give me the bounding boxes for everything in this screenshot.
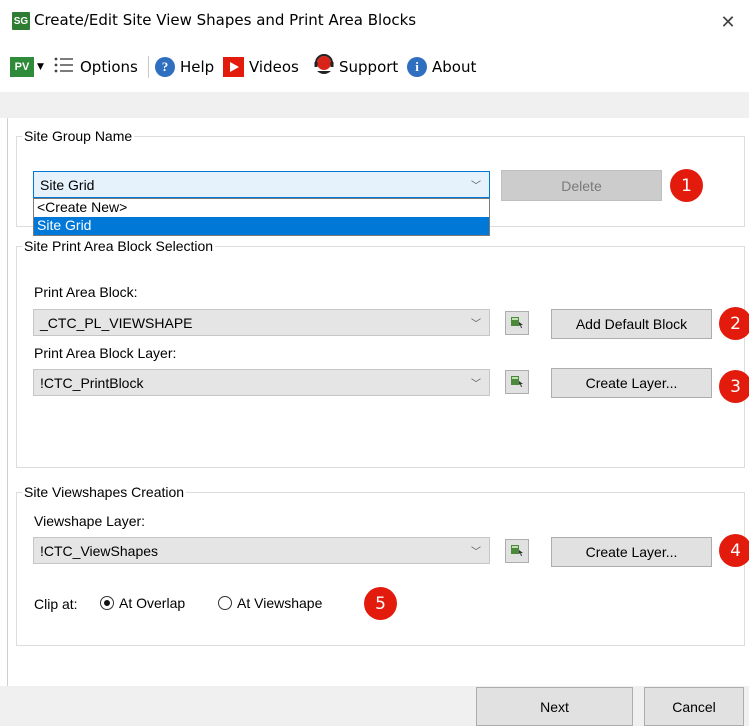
step-badge-2: 2 xyxy=(719,307,749,340)
next-button[interactable]: Next xyxy=(476,687,633,726)
print-layer-select[interactable]: !CTC_PrintBlock ﹀ xyxy=(33,369,490,396)
chevron-down-icon: ﹀ xyxy=(471,319,481,330)
viewshape-layer-value: !CTC_ViewShapes xyxy=(40,543,159,559)
print-layer-value: !CTC_PrintBlock xyxy=(40,375,144,391)
site-group-title: Site Group Name xyxy=(22,128,135,144)
videos-button[interactable]: Videos xyxy=(223,50,299,84)
options-label: Options xyxy=(80,58,138,76)
pv-logo-icon: PV xyxy=(10,57,34,77)
chevron-down-icon: ﹀ xyxy=(471,181,481,192)
window-border xyxy=(7,118,8,726)
pick-block-button[interactable] xyxy=(505,311,529,335)
dropdown-arrow-icon: ▼ xyxy=(37,62,44,72)
chevron-down-icon: ﹀ xyxy=(471,379,481,390)
clip-at-overlap-label: At Overlap xyxy=(119,595,186,611)
info-icon: i xyxy=(407,57,427,77)
print-block-value: _CTC_PL_VIEWSHAPE xyxy=(40,315,193,331)
radio-selected-icon xyxy=(100,596,114,610)
video-play-icon xyxy=(223,57,244,77)
dropdown-option-site-grid[interactable]: Site Grid xyxy=(34,217,489,235)
step-badge-1: 1 xyxy=(670,169,703,202)
print-layer-label: Print Area Block Layer: xyxy=(34,345,177,361)
clip-at-label: Clip at: xyxy=(34,596,78,612)
support-button[interactable]: Support xyxy=(313,50,398,84)
site-group-select[interactable]: Site Grid ﹀ xyxy=(33,171,490,198)
toolbar: PV ▼ Options ? Help Videos Support i Abo… xyxy=(0,50,749,84)
support-label: Support xyxy=(339,58,399,76)
list-icon xyxy=(54,56,74,78)
step-badge-5: 5 xyxy=(364,587,397,620)
pick-from-drawing-icon xyxy=(510,543,524,560)
window-title: Create/Edit Site View Shapes and Print A… xyxy=(34,11,417,29)
site-group-value: Site Grid xyxy=(40,177,95,193)
site-group-dropdown-list: <Create New> Site Grid xyxy=(33,198,490,236)
support-headset-icon xyxy=(313,54,335,80)
viewshape-layer-label: Viewshape Layer: xyxy=(34,513,146,529)
close-icon: ✕ xyxy=(720,11,736,32)
print-block-select[interactable]: _CTC_PL_VIEWSHAPE ﹀ xyxy=(33,309,490,336)
help-button[interactable]: ? Help xyxy=(155,50,214,84)
viewshape-layer-select[interactable]: !CTC_ViewShapes ﹀ xyxy=(33,537,490,564)
clip-at-viewshape-radio[interactable]: At Viewshape xyxy=(218,595,322,611)
radio-unselected-icon xyxy=(218,596,232,610)
step-badge-4: 4 xyxy=(719,534,749,567)
step-badge-3: 3 xyxy=(719,370,749,403)
viewshapes-title: Site Viewshapes Creation xyxy=(22,484,187,500)
chevron-down-icon: ﹀ xyxy=(471,547,481,558)
videos-label: Videos xyxy=(249,58,299,76)
close-button[interactable]: ✕ xyxy=(712,6,744,38)
create-viewshape-layer-button[interactable]: Create Layer... xyxy=(551,537,712,567)
help-icon: ? xyxy=(155,57,175,77)
pick-from-drawing-icon xyxy=(510,374,524,391)
dropdown-option-create-new[interactable]: <Create New> xyxy=(34,199,489,217)
clip-at-viewshape-label: At Viewshape xyxy=(237,595,323,611)
add-default-block-button[interactable]: Add Default Block xyxy=(551,309,712,339)
cancel-button[interactable]: Cancel xyxy=(644,687,744,726)
options-button[interactable]: Options xyxy=(54,50,138,84)
about-label: About xyxy=(432,58,477,76)
print-block-title: Site Print Area Block Selection xyxy=(22,238,216,254)
toolbar-separator-band xyxy=(0,92,749,118)
create-print-layer-button[interactable]: Create Layer... xyxy=(551,368,712,398)
clip-at-overlap-radio[interactable]: At Overlap xyxy=(100,595,185,611)
footer-bar xyxy=(0,686,749,726)
toolbar-divider xyxy=(148,56,149,78)
pv-menu-button[interactable]: PV ▼ xyxy=(10,50,44,84)
about-button[interactable]: i About xyxy=(407,50,476,84)
pick-layer-button[interactable] xyxy=(505,370,529,394)
print-block-label: Print Area Block: xyxy=(34,284,138,300)
help-label: Help xyxy=(180,58,215,76)
delete-button[interactable]: Delete xyxy=(501,170,662,201)
pick-from-drawing-icon xyxy=(510,315,524,332)
pick-viewshape-layer-button[interactable] xyxy=(505,539,529,563)
app-icon: SG xyxy=(12,12,30,30)
title-bar: SG Create/Edit Site View Shapes and Prin… xyxy=(0,0,749,44)
